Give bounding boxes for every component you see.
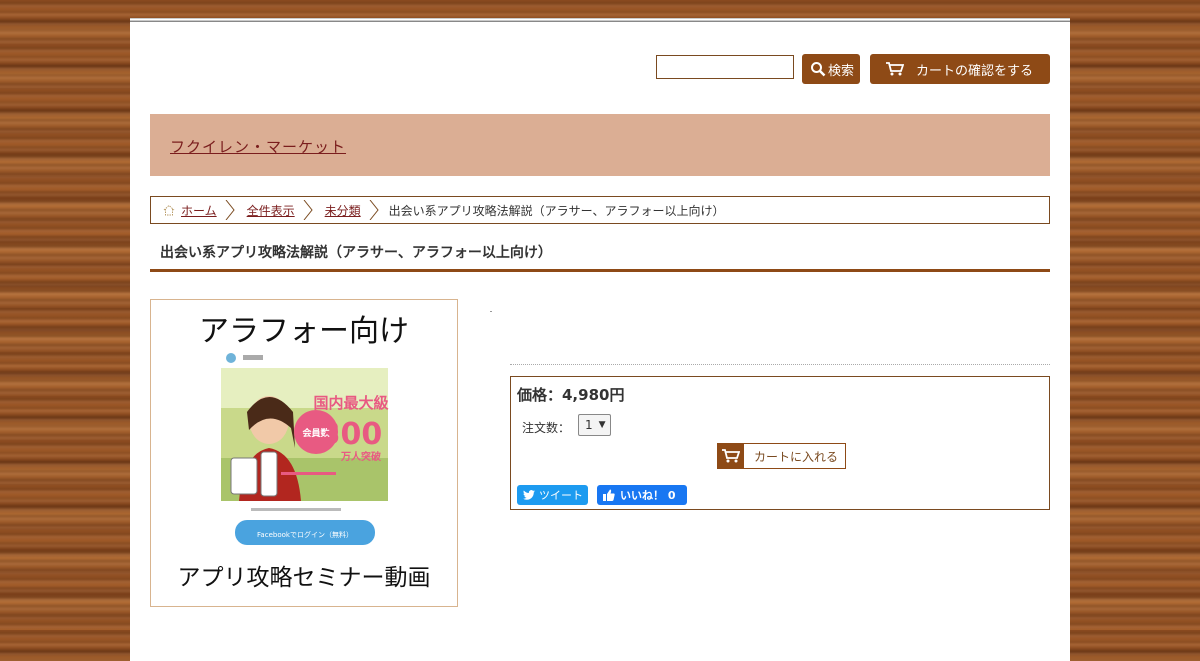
tweet-button[interactable]: ツイート: [517, 485, 588, 505]
product-image[interactable]: アラフォー向け 会員数 国内最大級 300 万人突破 Facebookでログイン…: [150, 299, 458, 607]
breadcrumb-separator-icon: [369, 200, 379, 220]
shop-header-band: フクイレン・マーケット: [150, 114, 1050, 176]
breadcrumb-separator-icon: [225, 200, 235, 220]
quantity-value: 1: [585, 418, 593, 432]
search-input[interactable]: [656, 55, 794, 79]
cart-icon: [722, 449, 740, 463]
dotted-divider: [510, 364, 1050, 365]
breadcrumb-all-link[interactable]: 全件表示: [247, 202, 295, 219]
facebook-like-button[interactable]: いいね！ 0: [597, 485, 687, 505]
search-button[interactable]: 検索: [802, 54, 860, 84]
image-banner-num: 300: [320, 417, 383, 452]
like-label: いいね！ 0: [620, 489, 676, 502]
order-box: 価格：4,980円 注文数： 1 ▼ カートに入れる ツイート いいね！ 0: [510, 376, 1050, 510]
search-icon: [811, 62, 826, 77]
breadcrumb-uncategorized-link[interactable]: 未分類: [325, 202, 361, 219]
image-banner-big: 国内最大級: [313, 394, 388, 412]
top-divider: [130, 21, 1070, 26]
thumbs-up-icon: [603, 489, 615, 501]
image-banner-unit: 万人突破: [340, 450, 381, 463]
divider-dot: [490, 311, 492, 312]
search-button-label: 検索: [828, 63, 855, 79]
breadcrumb-home-link[interactable]: ホーム: [181, 202, 217, 219]
breadcrumb-separator-icon: [303, 200, 313, 220]
quantity-select[interactable]: 1 ▼: [578, 414, 611, 436]
breadcrumb-item-home[interactable]: ホーム: [151, 197, 235, 223]
chevron-down-icon: ▼: [598, 420, 606, 430]
view-cart-label: カートの確認をする: [916, 63, 1034, 79]
cart-icon-box: [718, 444, 744, 468]
cart-icon: [886, 62, 904, 76]
quantity-label: 注文数：: [522, 421, 571, 435]
breadcrumb-current: 出会い系アプリ攻略法解説（アラサー、アラフォー以上向け）: [388, 203, 725, 218]
add-to-cart-label: カートに入れる: [754, 449, 839, 464]
breadcrumb-item-uncategorized[interactable]: 未分類: [313, 197, 379, 223]
image-footer: アプリ攻略セミナー動画: [177, 565, 431, 591]
image-heading: アラフォー向け: [199, 314, 409, 349]
view-cart-button[interactable]: カートの確認をする: [870, 54, 1050, 84]
breadcrumb: ホーム 全件表示 未分類 出会い系アプリ攻略法解説（アラサー、アラフォー以上向け…: [150, 196, 1050, 224]
page-container: 検索 カートの確認をする フクイレン・マーケット ホーム 全件表示 未分類 出会…: [130, 18, 1070, 661]
product-price: 価格：4,980円: [517, 386, 625, 404]
product-title: 出会い系アプリ攻略法解説（アラサー、アラフォー以上向け）: [150, 236, 1050, 272]
breadcrumb-item-all[interactable]: 全件表示: [235, 197, 313, 223]
shop-name-link[interactable]: フクイレン・マーケット: [170, 136, 346, 157]
twitter-bird-icon: [523, 490, 535, 500]
tweet-label: ツイート: [539, 489, 583, 502]
image-fb-button: Facebookでログイン（無料）: [257, 530, 353, 539]
add-to-cart-button[interactable]: カートに入れる: [717, 443, 846, 469]
home-icon: [163, 204, 175, 216]
